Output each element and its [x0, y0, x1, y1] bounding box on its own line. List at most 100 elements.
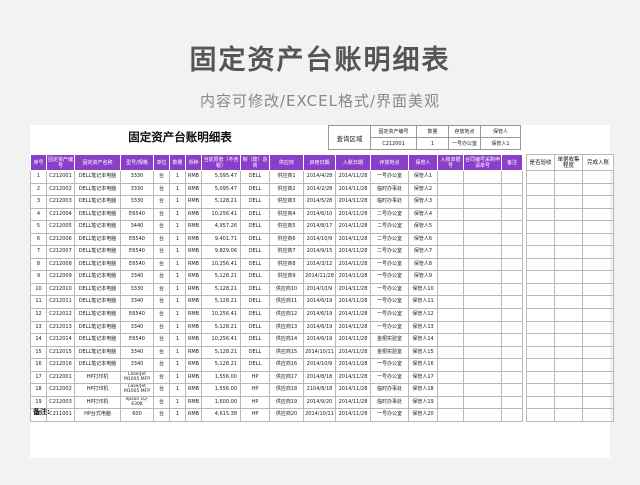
cell-quantity[interactable]: 1: [169, 308, 186, 322]
cell-model[interactable]: LaserJet M1005 MFP: [120, 383, 154, 397]
cell-start-date[interactable]: 2014/3/12: [303, 257, 336, 272]
cell-empty[interactable]: [526, 308, 555, 322]
cell-asset-name[interactable]: DELL笔记本电脑: [74, 195, 121, 209]
cell-empty[interactable]: [526, 295, 555, 309]
cell-start-date[interactable]: 2014/2/28: [303, 182, 336, 197]
cell-supplier[interactable]: 供应商10: [269, 282, 304, 297]
cell-location[interactable]: 临时办事处: [370, 182, 409, 197]
cell-empty[interactable]: [501, 257, 523, 272]
cell-keeper[interactable]: 保管人11: [408, 295, 438, 309]
cell-unit[interactable]: 台: [153, 257, 170, 272]
cell-original-value[interactable]: 10,256.41: [201, 308, 241, 322]
cell-currency[interactable]: RMB: [185, 370, 202, 385]
cell-entry-date[interactable]: 2014/11/28: [335, 345, 371, 360]
cell-supplier[interactable]: 供应商18: [269, 383, 304, 397]
cell-quantity[interactable]: 1: [169, 220, 186, 234]
cell-asset-name[interactable]: DELL笔记本电脑: [74, 220, 121, 234]
cell-empty[interactable]: [526, 220, 555, 234]
cell-row-index[interactable]: 6: [30, 232, 47, 247]
cell-supplier[interactable]: 供应商17: [269, 370, 304, 385]
cell-keeper[interactable]: 保管人20: [408, 408, 438, 422]
cell-manufacturer[interactable]: DELL: [240, 182, 270, 197]
cell-empty[interactable]: [437, 195, 464, 209]
cell-unit[interactable]: 台: [153, 383, 170, 397]
cell-asset-id[interactable]: C212007: [46, 245, 75, 259]
cell-keeper[interactable]: 保管人8: [408, 257, 438, 272]
cell-empty[interactable]: [463, 370, 502, 385]
cell-model[interactable]: LaserJet M1005 MFP: [120, 370, 154, 385]
query-value-keeper[interactable]: 保管人1: [480, 137, 521, 150]
cell-empty[interactable]: [526, 257, 555, 272]
cell-empty[interactable]: [463, 232, 502, 247]
cell-empty[interactable]: [554, 295, 583, 309]
cell-original-value[interactable]: 9,829.06: [201, 245, 241, 259]
cell-model[interactable]: E6540: [120, 308, 154, 322]
cell-start-date[interactable]: 2014/4/28: [303, 170, 336, 184]
cell-location[interactable]: 临时办事处: [370, 195, 409, 209]
cell-asset-id[interactable]: C212010: [46, 282, 75, 297]
cell-asset-id[interactable]: C212001: [46, 170, 75, 184]
cell-entry-date[interactable]: 2014/11/28: [335, 358, 371, 372]
cell-row-index[interactable]: 8: [30, 257, 47, 272]
cell-unit[interactable]: 台: [153, 320, 170, 335]
cell-keeper[interactable]: 保管人14: [408, 333, 438, 347]
cell-unit[interactable]: 台: [153, 195, 170, 209]
cell-asset-id[interactable]: C212008: [46, 257, 75, 272]
cell-asset-name[interactable]: HP打印机: [74, 395, 121, 410]
cell-currency[interactable]: RMB: [185, 333, 202, 347]
cell-asset-id[interactable]: C212003: [46, 395, 75, 410]
cell-entry-date[interactable]: 2014/11/28: [335, 333, 371, 347]
cell-empty[interactable]: [501, 358, 523, 372]
cell-model[interactable]: 3330: [120, 182, 154, 197]
cell-row-index[interactable]: 7: [30, 245, 47, 259]
cell-asset-id[interactable]: C212015: [46, 345, 75, 360]
cell-row-index[interactable]: 12: [30, 308, 47, 322]
cell-start-date[interactable]: 2014/10/9: [303, 282, 336, 297]
cell-asset-id[interactable]: C212013: [46, 320, 75, 335]
cell-empty[interactable]: [582, 295, 614, 309]
cell-unit[interactable]: 台: [153, 182, 170, 197]
cell-original-value[interactable]: 4,957.26: [201, 220, 241, 234]
cell-entry-date[interactable]: 2014/11/28: [335, 195, 371, 209]
cell-original-value[interactable]: 10,256.41: [201, 333, 241, 347]
cell-empty[interactable]: [582, 270, 614, 284]
cell-row-index[interactable]: 5: [30, 220, 47, 234]
cell-supplier[interactable]: 供应商5: [269, 220, 304, 234]
cell-empty[interactable]: [526, 345, 555, 360]
cell-asset-id[interactable]: C212004: [46, 207, 75, 222]
cell-empty[interactable]: [582, 320, 614, 335]
cell-start-date[interactable]: 2014/9/20: [303, 395, 336, 410]
cell-empty[interactable]: [501, 245, 523, 259]
cell-empty[interactable]: [582, 395, 614, 410]
cell-location[interactable]: 一号办公室: [370, 282, 409, 297]
cell-empty[interactable]: [437, 370, 464, 385]
cell-empty[interactable]: [554, 282, 583, 297]
cell-empty[interactable]: [582, 220, 614, 234]
cell-row-index[interactable]: 16: [30, 358, 47, 372]
cell-keeper[interactable]: 保管人16: [408, 358, 438, 372]
cell-empty[interactable]: [437, 220, 464, 234]
cell-unit[interactable]: 台: [153, 345, 170, 360]
cell-unit[interactable]: 台: [153, 308, 170, 322]
cell-currency[interactable]: RMB: [185, 308, 202, 322]
cell-empty[interactable]: [582, 282, 614, 297]
cell-entry-date[interactable]: 2014/11/28: [335, 320, 371, 335]
cell-original-value[interactable]: 1,556.00: [201, 370, 241, 385]
cell-empty[interactable]: [554, 220, 583, 234]
cell-empty[interactable]: [463, 220, 502, 234]
cell-empty[interactable]: [437, 333, 464, 347]
cell-empty[interactable]: [582, 308, 614, 322]
cell-row-index[interactable]: 18: [30, 383, 47, 397]
cell-manufacturer[interactable]: HP: [240, 383, 270, 397]
cell-row-index[interactable]: 11: [30, 295, 47, 309]
cell-keeper[interactable]: 保管人5: [408, 220, 438, 234]
cell-empty[interactable]: [554, 383, 583, 397]
cell-empty[interactable]: [582, 408, 614, 422]
cell-empty[interactable]: [582, 170, 614, 184]
cell-supplier[interactable]: 供应商13: [269, 320, 304, 335]
cell-model[interactable]: 3330: [120, 170, 154, 184]
cell-empty[interactable]: [554, 232, 583, 247]
cell-original-value[interactable]: 5,128.21: [201, 270, 241, 284]
cell-currency[interactable]: RMB: [185, 408, 202, 422]
cell-currency[interactable]: RMB: [185, 220, 202, 234]
